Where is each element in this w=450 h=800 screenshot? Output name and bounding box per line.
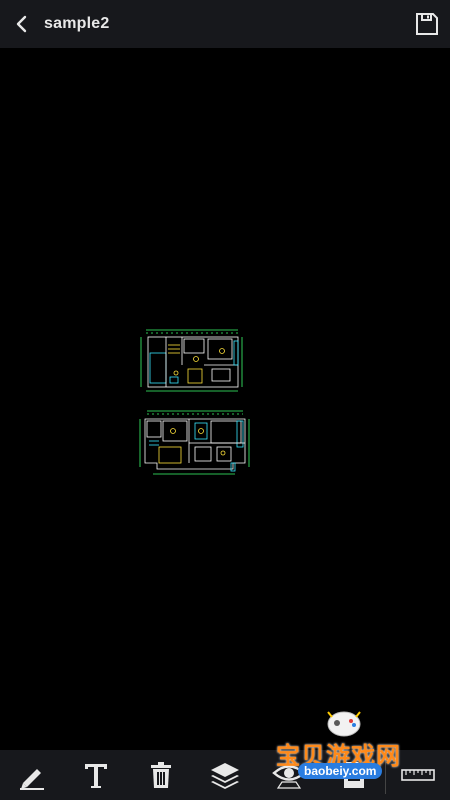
floppy-disk-icon	[416, 13, 438, 35]
toolbar-divider	[385, 756, 386, 794]
pencil-icon	[20, 769, 45, 790]
top-app-bar: sample2	[0, 0, 450, 48]
view-tool-button[interactable]	[269, 755, 309, 795]
floor-plan-upper	[140, 329, 243, 392]
layers-icon	[210, 763, 239, 789]
ruler-icon	[401, 769, 435, 781]
trash-icon	[150, 762, 171, 788]
delete-tool-button[interactable]	[141, 755, 181, 795]
chevron-left-icon	[16, 15, 27, 33]
document-title: sample2	[44, 15, 110, 32]
draw-tool-button[interactable]	[12, 755, 52, 795]
text-tool-button[interactable]	[76, 755, 116, 795]
bottom-toolbar	[0, 750, 450, 800]
save-button[interactable]	[414, 11, 440, 37]
document-tool-button[interactable]	[334, 755, 374, 795]
back-button[interactable]	[0, 0, 44, 48]
measure-tool-button[interactable]	[398, 755, 438, 795]
floor-plan-lower	[139, 410, 250, 475]
document-icon	[343, 762, 364, 788]
cad-drawing-canvas[interactable]	[0, 48, 450, 750]
text-icon	[85, 764, 108, 788]
layers-tool-button[interactable]	[205, 755, 245, 795]
eye-icon	[272, 765, 307, 789]
